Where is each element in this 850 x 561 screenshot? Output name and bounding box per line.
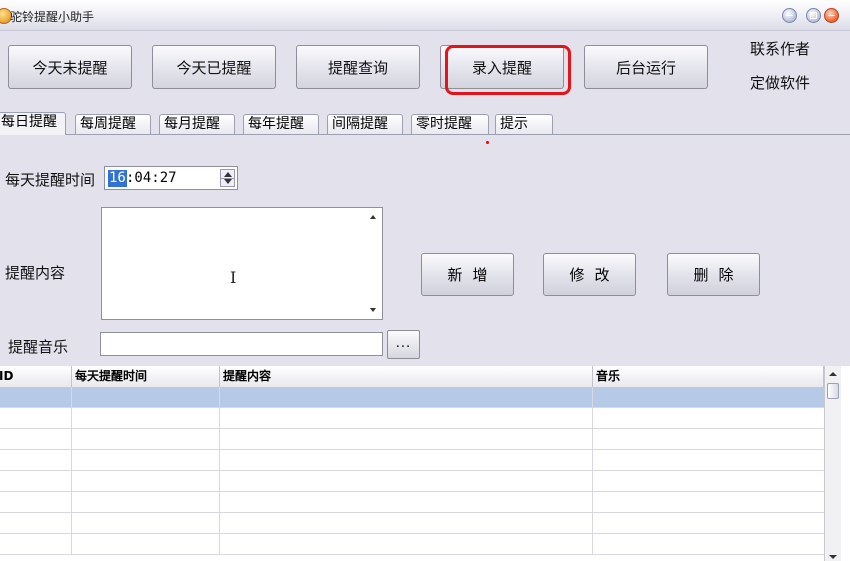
scroll-up-icon[interactable] (829, 372, 837, 376)
maximize-icon[interactable] (806, 8, 821, 23)
col-content[interactable]: 提醒内容 (220, 366, 593, 387)
tab-weekly[interactable]: 每周提醒 (75, 114, 151, 134)
scroll-down-icon[interactable] (829, 555, 837, 559)
minimize-icon[interactable] (782, 8, 797, 23)
table-row[interactable] (0, 513, 824, 534)
tab-zero-hour[interactable]: 零时提醒 (411, 114, 489, 134)
scroll-down-icon[interactable] (370, 308, 376, 312)
table-scrollbar[interactable] (824, 366, 841, 561)
browse-button[interactable]: ... (387, 330, 420, 359)
table-row[interactable] (0, 408, 824, 429)
scroll-up-icon[interactable] (370, 215, 376, 219)
text-cursor-icon: I (230, 268, 237, 287)
content-label: 提醒内容 (5, 264, 66, 282)
content-textarea[interactable]: I (101, 207, 383, 320)
scroll-thumb[interactable] (827, 383, 839, 399)
table-row[interactable] (0, 429, 824, 450)
col-time[interactable]: 每天提醒时间 (72, 366, 220, 387)
time-spinner[interactable] (220, 169, 235, 187)
music-input[interactable] (100, 332, 383, 356)
title-bar: 驼铃提醒小助手 (0, 0, 850, 31)
table-body (0, 387, 824, 555)
background-run-button[interactable]: 后台运行 (584, 45, 708, 89)
time-rest: :04:27 (126, 170, 177, 186)
tab-interval[interactable]: 间隔提醒 (327, 114, 403, 134)
time-label: 每天提醒时间 (5, 171, 96, 189)
col-music[interactable]: 音乐 (593, 366, 824, 387)
tab-yearly[interactable]: 每年提醒 (243, 114, 319, 134)
table-row[interactable] (0, 450, 824, 471)
highlight-box (445, 45, 571, 95)
tab-strip: 每日提醒 每周提醒 每月提醒 每年提醒 间隔提醒 零时提醒 提示 (0, 112, 850, 135)
table-row[interactable] (0, 492, 824, 513)
spin-up-icon[interactable] (224, 172, 232, 177)
window-title: 驼铃提醒小助手 (10, 10, 95, 24)
close-icon[interactable] (824, 8, 839, 23)
custom-software-link[interactable]: 定做软件 (750, 72, 810, 93)
reminder-table: ID 每天提醒时间 提醒内容 音乐 (0, 366, 850, 561)
spin-down-icon[interactable] (224, 179, 232, 184)
table-header: ID 每天提醒时间 提醒内容 音乐 (0, 366, 824, 388)
delete-button[interactable]: 删除 (667, 253, 760, 296)
time-hour: 16 (108, 170, 127, 187)
table-row[interactable] (0, 534, 824, 555)
tab-monthly[interactable]: 每月提醒 (159, 114, 235, 134)
red-dot (486, 141, 489, 144)
tab-daily[interactable]: 每日提醒 (0, 112, 66, 135)
edit-button[interactable]: 修改 (543, 253, 636, 296)
col-id[interactable]: ID (0, 366, 72, 387)
table-row[interactable] (0, 387, 824, 408)
add-button[interactable]: 新增 (421, 253, 514, 296)
contact-author-link[interactable]: 联系作者 (750, 38, 810, 59)
reminder-query-button[interactable]: 提醒查询 (296, 45, 420, 89)
time-input[interactable]: 16 :04:27 (104, 166, 238, 190)
tab-tips[interactable]: 提示 (495, 114, 553, 134)
today-unreminded-button[interactable]: 今天未提醒 (8, 45, 132, 89)
music-label: 提醒音乐 (8, 338, 69, 356)
table-row[interactable] (0, 471, 824, 492)
today-reminded-button[interactable]: 今天已提醒 (152, 45, 276, 89)
